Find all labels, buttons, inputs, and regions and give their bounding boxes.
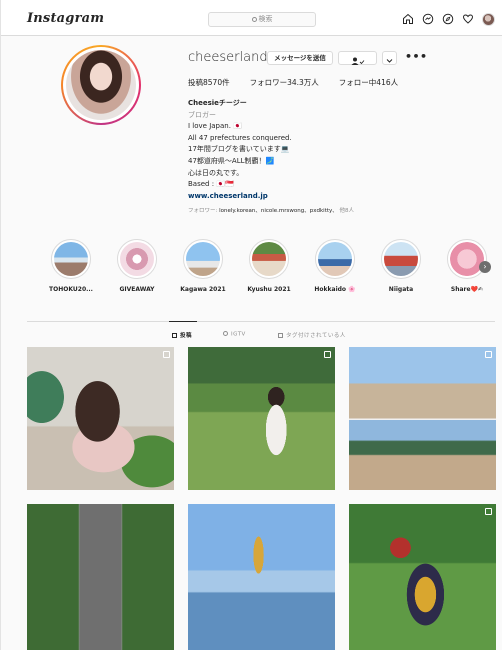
- top-nav-bar: Instagram 検索: [1, 0, 502, 36]
- tab-label: IGTV: [231, 331, 246, 338]
- tagged-icon: [278, 332, 283, 338]
- followed-by[interactable]: フォロワー: lonely.korean、nicole.mrswong、pxdk…: [188, 206, 354, 214]
- highlight-label: TOHOKU20...: [49, 286, 93, 293]
- nav-icons: [402, 12, 495, 26]
- highlight-item[interactable]: TOHOKU20...: [43, 239, 99, 293]
- messenger-icon[interactable]: [422, 13, 434, 25]
- highlight-ring: [117, 239, 157, 279]
- carousel-icon: [485, 508, 492, 515]
- search-input[interactable]: 検索: [208, 12, 316, 27]
- search-placeholder: 検索: [258, 15, 273, 23]
- highlight-cover: [318, 242, 352, 276]
- highlight-label: Share❤️✍: [450, 286, 484, 293]
- suggested-dropdown-button[interactable]: [382, 51, 397, 65]
- explore-icon[interactable]: [442, 13, 454, 25]
- post-thumbnail[interactable]: [27, 347, 174, 490]
- tab-igtv[interactable]: IGTV: [223, 331, 246, 338]
- followed-by-suffix: 他8人: [339, 208, 355, 214]
- highlight-cover: [252, 242, 286, 276]
- avatar-border: [63, 47, 139, 123]
- bio-line: I love Japan. 🇯🇵: [188, 122, 242, 131]
- tab-tagged[interactable]: タグ付けされている人: [278, 331, 346, 339]
- message-button[interactable]: メッセージを送信: [267, 51, 333, 65]
- highlight-item[interactable]: Niigata: [373, 239, 429, 293]
- highlight-item[interactable]: Kagawa 2021: [175, 239, 231, 293]
- highlight-item[interactable]: GIVEAWAY: [109, 239, 165, 293]
- following-count[interactable]: フォロー中416人: [339, 77, 398, 88]
- grid-icon: [172, 332, 177, 338]
- tab-label: 投稿: [180, 333, 193, 339]
- bio-line: 47都道府県〜ALL制覇！🗾: [188, 156, 275, 165]
- tab-label: タグ付けされている人: [286, 333, 346, 339]
- bio-line: All 47 prefectures conquered.: [188, 133, 292, 142]
- story-highlights: TOHOKU20... GIVEAWAY Kagawa 2021 Kyushu …: [41, 239, 501, 299]
- followed-by-names: lonely.korean、nicole.mrswong、pxdkitty、: [219, 208, 338, 214]
- chevron-down-icon: [386, 59, 393, 63]
- profile-avatar[interactable]: [482, 12, 495, 26]
- search-icon: [251, 16, 257, 22]
- followers-count[interactable]: フォロワー34.3万人: [250, 77, 319, 88]
- bio-line: 心は日の丸です。: [188, 168, 244, 177]
- post-thumbnail[interactable]: [349, 504, 496, 650]
- post-thumbnail[interactable]: [188, 504, 335, 650]
- highlight-cover: [384, 242, 418, 276]
- highlight-ring: [51, 239, 91, 279]
- highlight-label: Kyushu 2021: [247, 286, 291, 293]
- profile-stats: 投稿8570件 フォロワー34.3万人 フォロー中416人: [188, 77, 398, 88]
- highlight-cover: [450, 242, 484, 276]
- active-tab-indicator: [169, 321, 197, 322]
- carousel-icon: [324, 351, 331, 358]
- highlight-cover: [54, 242, 88, 276]
- highlight-ring: [381, 239, 421, 279]
- highlight-item[interactable]: Kyushu 2021: [241, 239, 297, 293]
- page-frame: Instagram 検索 cheeserland メッセージを送信 ••• 投稿…: [0, 0, 502, 650]
- highlight-ring: [183, 239, 223, 279]
- bio-name: Cheesieチージー: [188, 99, 247, 107]
- bio-category: ブロガー: [188, 110, 216, 119]
- instagram-logo[interactable]: Instagram: [27, 11, 104, 26]
- followed-by-prefix: フォロワー:: [188, 208, 218, 214]
- highlight-label: Hokkaido 🌸: [314, 286, 356, 293]
- posts-count: 投稿8570件: [188, 78, 230, 87]
- highlight-ring: [447, 239, 487, 279]
- profile-username: cheeserland: [188, 50, 268, 65]
- igtv-icon: [223, 331, 228, 336]
- highlight-item[interactable]: Hokkaido 🌸: [307, 239, 363, 293]
- bio-website-link[interactable]: www.cheeserland.jp: [188, 191, 428, 203]
- highlight-label: Kagawa 2021: [180, 286, 226, 293]
- tab-posts[interactable]: 投稿: [172, 331, 192, 339]
- tabs-divider: [27, 321, 495, 322]
- highlight-ring: [315, 239, 355, 279]
- highlight-label: GIVEAWAY: [119, 286, 155, 293]
- more-options-button[interactable]: •••: [405, 51, 428, 63]
- profile-bio: Cheesieチージー ブロガー I love Japan. 🇯🇵 All 47…: [188, 98, 428, 202]
- post-thumbnail[interactable]: [27, 504, 174, 650]
- highlight-ring: [249, 239, 289, 279]
- profile-avatar-large[interactable]: [61, 45, 141, 125]
- highlights-next-button[interactable]: ›: [479, 261, 491, 273]
- following-button[interactable]: [338, 51, 377, 65]
- highlight-cover: [120, 242, 154, 276]
- home-icon[interactable]: [402, 13, 414, 25]
- carousel-icon: [485, 351, 492, 358]
- bio-line: Based : 🇯🇵🇸🇬: [188, 180, 234, 189]
- person-check-icon: [351, 57, 365, 65]
- highlight-cover: [186, 242, 220, 276]
- post-thumbnail[interactable]: [349, 347, 496, 490]
- carousel-icon: [163, 351, 170, 358]
- post-thumbnail[interactable]: [188, 347, 335, 490]
- bio-line: 17年間ブログを書いています💻: [188, 145, 290, 154]
- highlight-label: Niigata: [388, 286, 414, 293]
- heart-icon[interactable]: [462, 13, 474, 25]
- profile-photo: [66, 50, 136, 120]
